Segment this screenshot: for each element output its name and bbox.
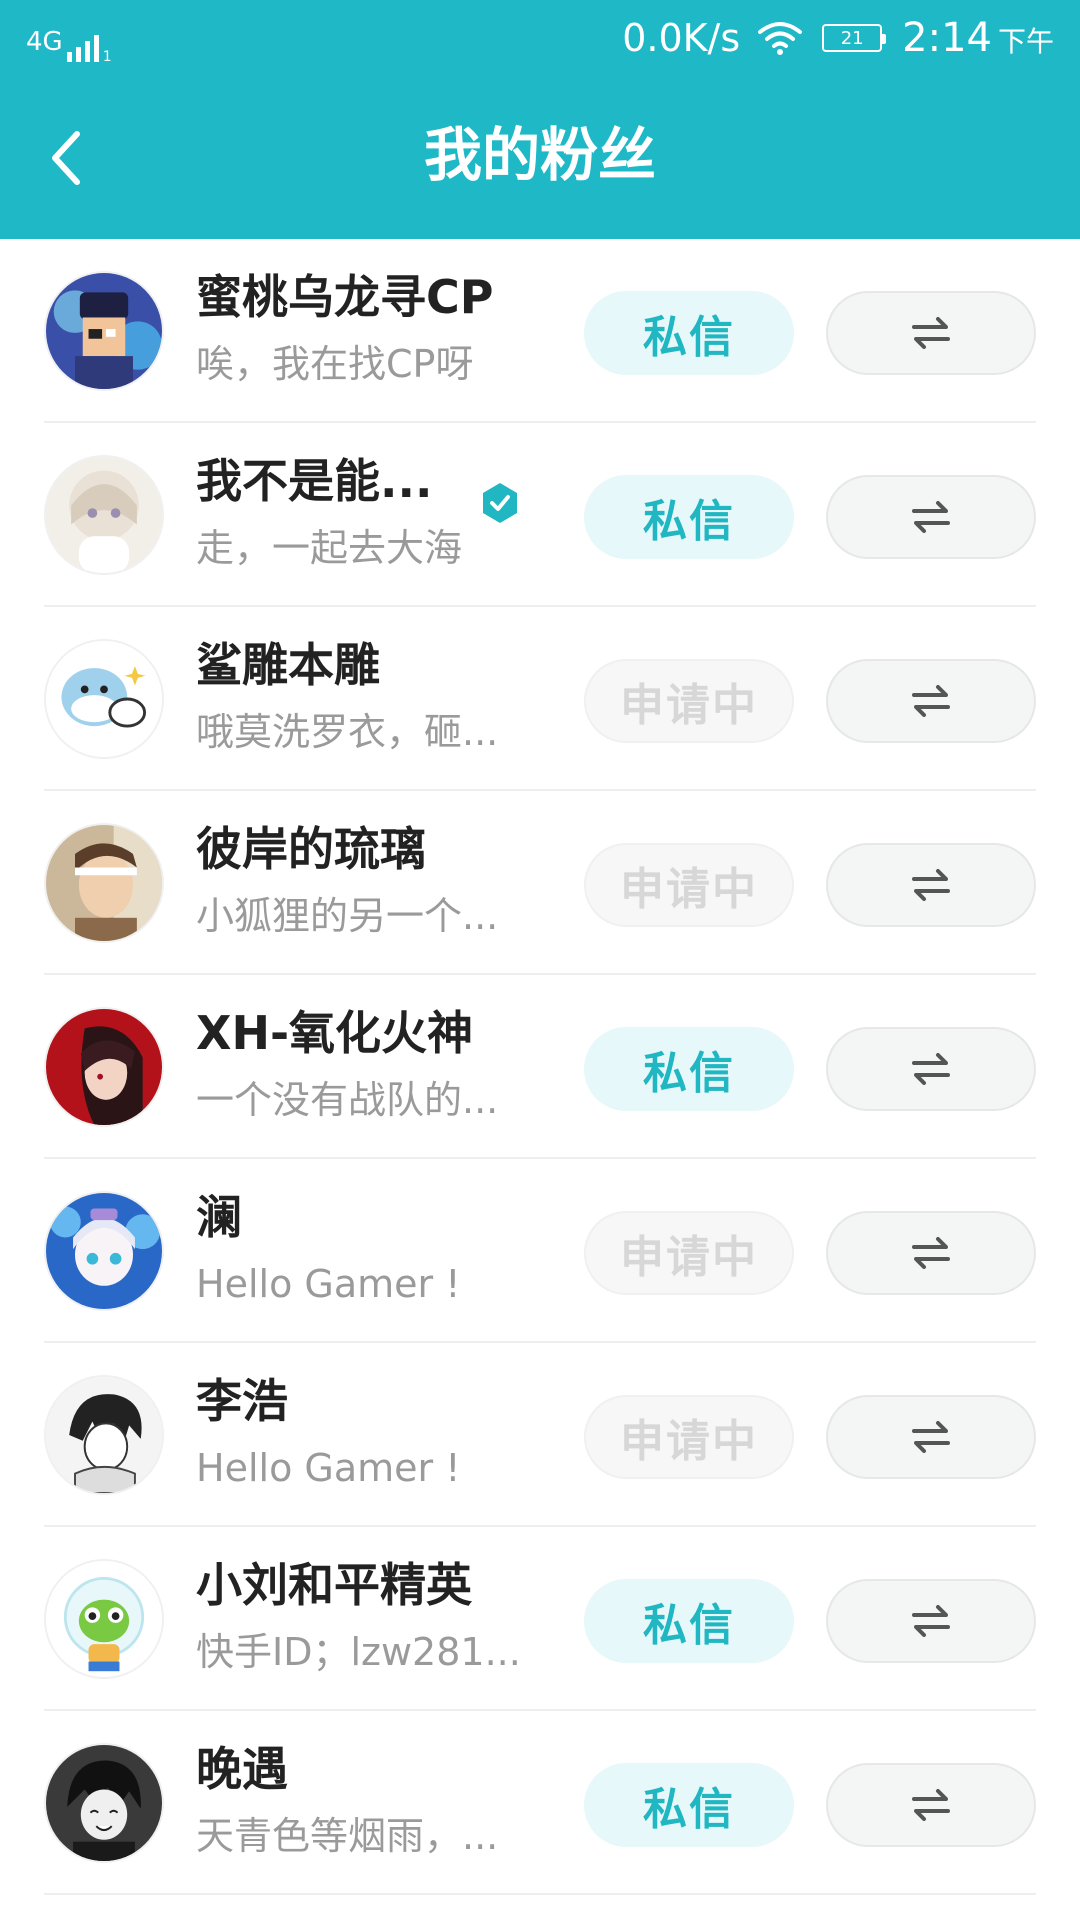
fan-name: 彼岸的琉璃 xyxy=(196,822,426,876)
mutual-follow-button[interactable] xyxy=(826,1395,1036,1479)
fan-name: 小刘和平精英 xyxy=(196,1558,472,1612)
fan-row[interactable]: 彼岸的琉璃 小狐狸的另一个... 申请中 xyxy=(0,791,1080,975)
fan-bio: 小狐狸的另一个... xyxy=(196,894,499,938)
fan-name: XH-氧化火神 xyxy=(196,1006,474,1060)
swap-arrows-icon xyxy=(912,317,950,349)
fan-bio: 快手ID；lzw281... xyxy=(196,1630,521,1674)
battery-level: 21 xyxy=(840,27,864,49)
message-button[interactable]: 私信 xyxy=(584,1763,794,1847)
fan-row[interactable]: 我不是能... 走，一起去大海 私信 xyxy=(0,423,1080,607)
mutual-follow-button[interactable] xyxy=(826,1579,1036,1663)
swap-arrows-icon xyxy=(912,1421,950,1453)
page-title: 我的粉丝 xyxy=(423,121,656,189)
fan-row[interactable]: 蜜桃乌龙寻CP 唉，我在找CP呀 私信 xyxy=(0,239,1080,423)
pending-button[interactable]: 申请中 xyxy=(584,1395,794,1479)
fan-row[interactable]: 澜 Hello Gamer ! 申请中 xyxy=(0,1159,1080,1343)
wifi-icon xyxy=(758,22,803,55)
fan-bio: 哦莫洗罗衣，砸... xyxy=(196,710,499,754)
swap-arrows-icon xyxy=(912,1053,950,1085)
fan-name: 我不是能... xyxy=(196,454,433,508)
fan-name: 蜜桃乌龙寻CP xyxy=(196,270,494,324)
mutual-follow-button[interactable] xyxy=(826,291,1036,375)
swap-arrows-icon xyxy=(912,869,950,901)
mutual-follow-button[interactable] xyxy=(826,1027,1036,1111)
fan-row[interactable]: XH-氧化火神 一个没有战队的... 私信 xyxy=(0,975,1080,1159)
fan-name: 晚遇 xyxy=(196,1742,288,1796)
fan-row[interactable]: 鲨雕本雕 哦莫洗罗衣，砸... 申请中 xyxy=(0,607,1080,791)
status-bar: 4G 1 0.0K/s 21 2:14 下午 xyxy=(0,0,1080,80)
fan-name: 鲨雕本雕 xyxy=(196,638,380,692)
swap-arrows-icon xyxy=(912,1789,950,1821)
fan-bio: Hello Gamer ! xyxy=(196,1262,461,1306)
app-header: 4G 1 0.0K/s 21 2:14 下午 我的粉丝 xyxy=(0,0,1080,239)
fan-name: 澜 xyxy=(196,1190,242,1244)
battery-icon: 21 xyxy=(822,24,887,52)
swap-arrows-icon xyxy=(912,1605,950,1637)
pending-button[interactable]: 申请中 xyxy=(584,1211,794,1295)
pending-button[interactable]: 申请中 xyxy=(584,843,794,927)
avatar[interactable] xyxy=(44,639,164,759)
fan-row[interactable]: 李浩 Hello Gamer ! 申请中 xyxy=(0,1343,1080,1527)
mutual-follow-button[interactable] xyxy=(826,843,1036,927)
clock-time: 2:14 xyxy=(902,15,992,61)
message-button[interactable]: 私信 xyxy=(584,291,794,375)
message-button[interactable]: 私信 xyxy=(584,1027,794,1111)
avatar[interactable] xyxy=(44,271,164,391)
signal-bars-icon: 1 xyxy=(66,32,112,65)
fan-row[interactable]: 小刘和平精英 快手ID；lzw281... 私信 xyxy=(0,1527,1080,1711)
avatar[interactable] xyxy=(44,823,164,943)
fan-bio: Hello Gamer ! xyxy=(196,1446,461,1490)
swap-arrows-icon xyxy=(912,1237,950,1269)
avatar[interactable] xyxy=(44,1559,164,1679)
fan-row[interactable]: 晚遇 天青色等烟雨，... 私信 xyxy=(0,1711,1080,1895)
fan-list: 蜜桃乌龙寻CP 唉，我在找CP呀 私信 我不是能... 走，一起去大海 私信 鲨… xyxy=(0,239,1080,1895)
mutual-follow-button[interactable] xyxy=(826,659,1036,743)
fan-bio: 天青色等烟雨，... xyxy=(196,1814,499,1858)
swap-arrows-icon xyxy=(912,685,950,717)
avatar[interactable] xyxy=(44,1743,164,1863)
avatar[interactable] xyxy=(44,1191,164,1311)
avatar[interactable] xyxy=(44,1375,164,1495)
clock-ampm: 下午 xyxy=(997,25,1054,58)
verified-badge-icon xyxy=(483,483,517,523)
mutual-follow-button[interactable] xyxy=(826,1763,1036,1847)
fan-bio: 唉，我在找CP呀 xyxy=(196,342,474,386)
pending-button[interactable]: 申请中 xyxy=(584,659,794,743)
fan-bio: 一个没有战队的... xyxy=(196,1078,499,1122)
cellular-signal: 4G 1 xyxy=(26,22,112,65)
fan-name: 李浩 xyxy=(196,1374,288,1428)
network-speed: 0.0K/s xyxy=(622,16,741,60)
message-button[interactable]: 私信 xyxy=(584,1579,794,1663)
swap-arrows-icon xyxy=(912,501,950,533)
avatar[interactable] xyxy=(44,455,164,575)
mutual-follow-button[interactable] xyxy=(826,1211,1036,1295)
network-type: 4G xyxy=(26,27,63,57)
mutual-follow-button[interactable] xyxy=(826,475,1036,559)
message-button[interactable]: 私信 xyxy=(584,475,794,559)
fan-bio: 走，一起去大海 xyxy=(196,526,463,570)
sim-slot: 1 xyxy=(102,49,112,65)
avatar[interactable] xyxy=(44,1007,164,1127)
